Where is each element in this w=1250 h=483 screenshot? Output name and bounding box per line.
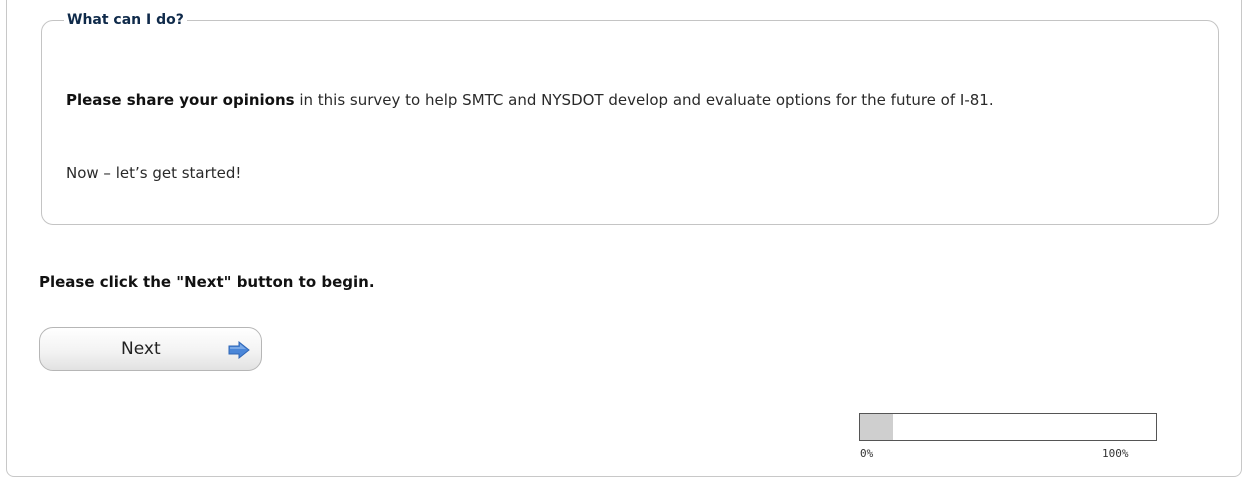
info-paragraph-text: in this survey to help SMTC and NYSDOT d…	[294, 91, 994, 109]
progress-bar	[859, 413, 1157, 441]
progress-bar-fill	[860, 414, 893, 440]
info-box-title: What can I do?	[64, 9, 187, 31]
info-paragraph-intro: Please share your opinions in this surve…	[66, 89, 1176, 111]
progress-max-label: 100%	[1102, 447, 1129, 460]
info-box: What can I do? Please share your opinion…	[41, 9, 1219, 225]
info-paragraph-start: Now – let’s get started!	[66, 164, 242, 182]
progress-min-label: 0%	[860, 447, 874, 460]
info-paragraph-bold-lead: Please share your opinions	[66, 91, 295, 109]
next-button-label: Next	[121, 339, 161, 359]
begin-instruction: Please click the "Next" button to begin.	[39, 273, 375, 291]
right-arrow-icon	[228, 341, 250, 359]
next-button[interactable]: Next	[39, 327, 262, 371]
